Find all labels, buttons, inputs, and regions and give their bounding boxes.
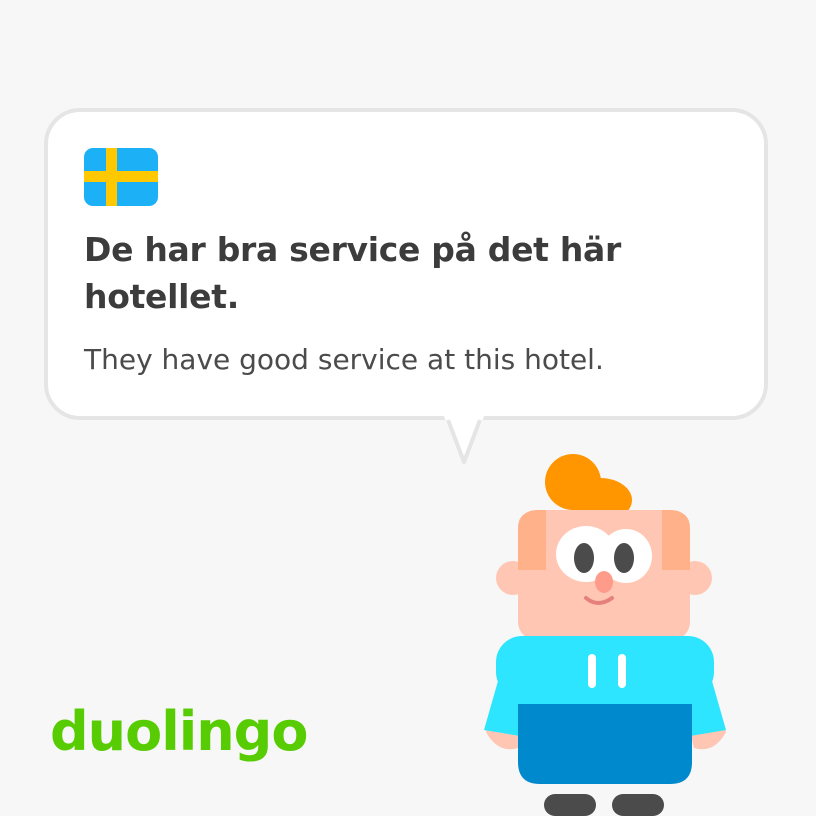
duolingo-logo: duolingo — [50, 700, 308, 763]
character-illustration — [484, 454, 726, 816]
swedish-sentence: De har bra service på det här hotellet. — [84, 230, 621, 316]
english-translation: They have good service at this hotel. — [84, 343, 604, 376]
sweden-flag-icon — [84, 148, 158, 206]
